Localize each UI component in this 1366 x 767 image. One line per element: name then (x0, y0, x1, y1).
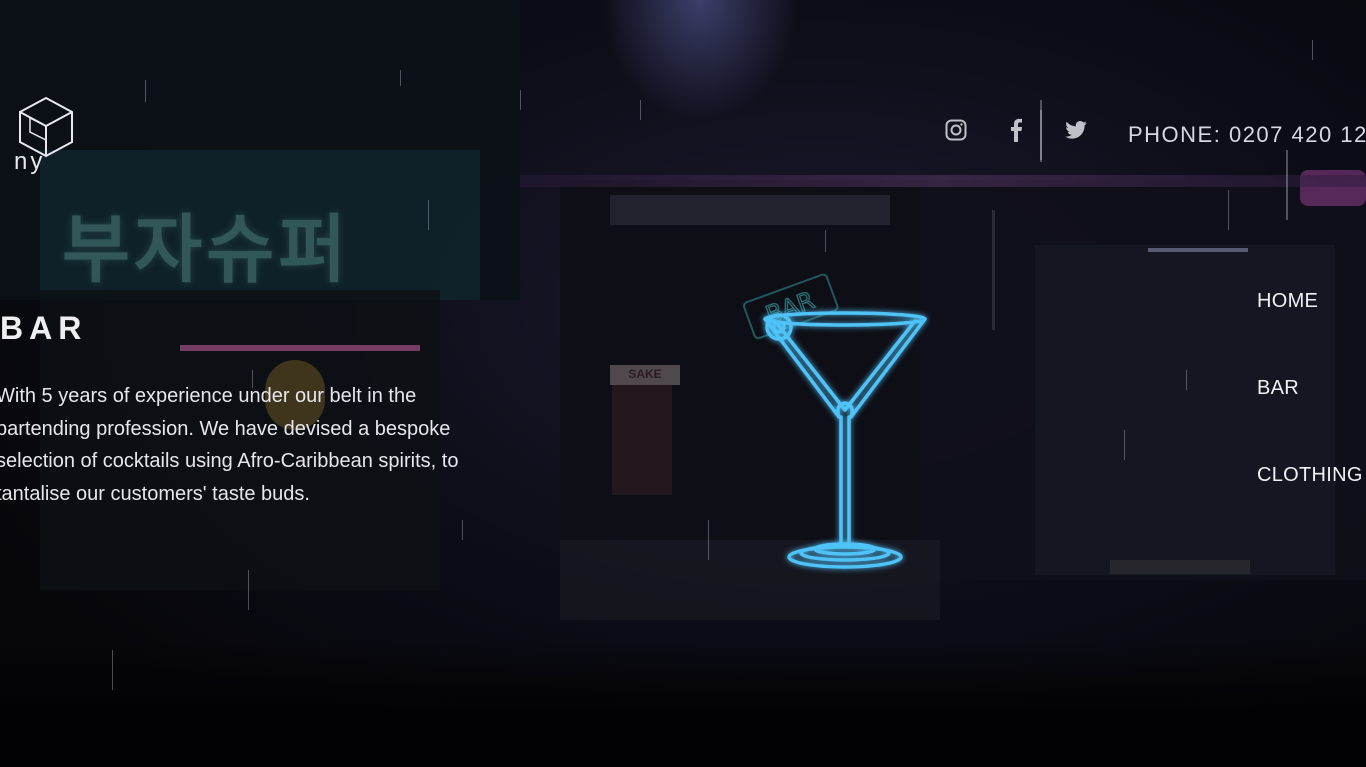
header-divider (1040, 110, 1042, 162)
social-links (944, 118, 1088, 142)
brand-logo[interactable]: ny (14, 96, 78, 175)
description-line: selection of cocktails using Afro-Caribb… (0, 450, 459, 473)
korean-shop-sign: 부자슈퍼 (62, 207, 351, 293)
nav-item-home[interactable]: HOME (1257, 290, 1363, 313)
nav-item-bar[interactable]: BAR (1257, 377, 1363, 400)
neon-cocktail-glass-icon (763, 311, 927, 569)
facebook-icon[interactable] (1004, 118, 1028, 142)
section-description: With 5 years of experience under our bel… (0, 380, 556, 510)
description-line: tantalise our customers' taste buds. (0, 482, 310, 505)
twitter-icon[interactable] (1064, 118, 1088, 142)
section-heading: BAR (0, 310, 88, 346)
main-nav: HOME BAR CLOTHING (1257, 290, 1363, 551)
logo-text: ny (14, 148, 46, 175)
description-line: With 5 years of experience under our bel… (0, 385, 417, 407)
description-line: bartending profession. We have devised a… (0, 417, 451, 440)
sake-sign: SAKE (628, 367, 662, 381)
phone-number[interactable]: PHONE: 0207 420 12 (1128, 122, 1366, 148)
instagram-icon[interactable] (944, 118, 968, 142)
nav-item-clothing[interactable]: CLOTHING (1257, 464, 1363, 487)
